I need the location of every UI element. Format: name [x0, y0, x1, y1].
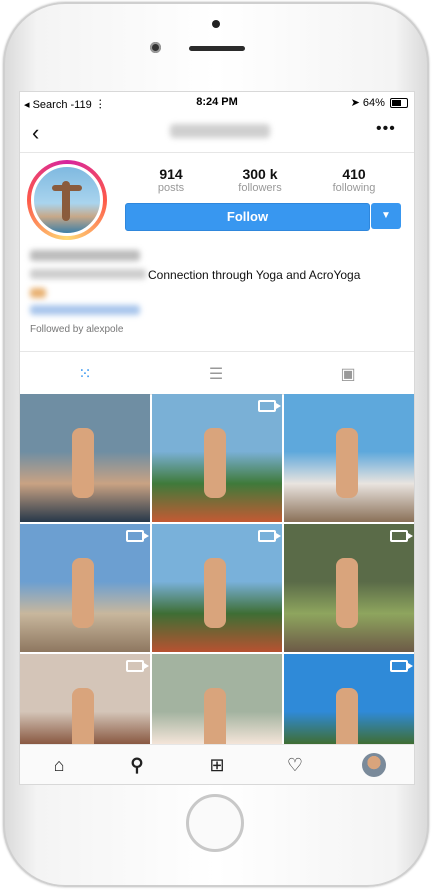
- video-icon: [258, 530, 281, 542]
- more-horizontal-icon[interactable]: •••: [376, 120, 396, 138]
- screen: ◂ Search -119 ︙ 8:24 PM ➤ 64% ‹ ••• 914 …: [19, 91, 415, 785]
- list-icon[interactable]: ☰: [204, 364, 228, 383]
- grid-post-1[interactable]: [20, 394, 150, 522]
- battery-icon: [390, 98, 408, 109]
- profile-avatar[interactable]: [362, 753, 386, 777]
- heart-icon[interactable]: ♡: [283, 753, 307, 777]
- posts-count: 914: [159, 166, 183, 182]
- person-figure: [72, 428, 94, 498]
- person-figure: [72, 558, 94, 628]
- chevron-down-icon[interactable]: ▼: [371, 203, 401, 229]
- person-figure: [204, 428, 226, 498]
- grid-icon[interactable]: ⁙: [73, 364, 97, 383]
- video-icon: [126, 660, 149, 672]
- chevron-left-icon[interactable]: ‹: [32, 120, 39, 146]
- bottom-nav-bar: ⌂ ⚲ ⊞ ♡: [20, 744, 414, 784]
- bio-tagline: Connection through Yoga and AcroYoga: [148, 268, 361, 282]
- person-figure: [336, 558, 358, 628]
- person-figure: [336, 428, 358, 498]
- grid-post-6[interactable]: [284, 524, 414, 652]
- followers-count: 300 k: [242, 166, 278, 182]
- video-icon: [390, 660, 413, 672]
- following-count: 410: [342, 166, 366, 182]
- person-figure: [204, 558, 226, 628]
- status-right: ➤ 64%: [351, 96, 408, 109]
- video-icon: [390, 530, 413, 542]
- earpiece-speaker: [189, 46, 245, 51]
- blurred-bio-line: [30, 269, 146, 279]
- stat-following[interactable]: 410 following: [319, 166, 389, 194]
- home-button[interactable]: [186, 794, 244, 852]
- stat-followers[interactable]: 300 k followers: [225, 166, 295, 194]
- status-bar: ◂ Search -119 ︙ 8:24 PM ➤ 64%: [20, 92, 414, 114]
- battery-percent: 64%: [362, 97, 385, 109]
- blurred-emoji: [30, 288, 46, 298]
- home-icon[interactable]: ⌂: [47, 753, 71, 777]
- proximity-sensor: [212, 20, 220, 28]
- posts-label: posts: [157, 182, 185, 194]
- add-post-icon[interactable]: ⊞: [205, 753, 229, 777]
- stat-posts[interactable]: 914 posts: [136, 166, 206, 194]
- front-camera: [150, 42, 161, 53]
- search-icon[interactable]: ⚲: [125, 753, 149, 777]
- follow-button[interactable]: Follow: [125, 203, 370, 231]
- blurred-username: [170, 124, 270, 138]
- following-label: following: [332, 182, 376, 194]
- blurred-website-link[interactable]: [30, 305, 140, 315]
- followed-by[interactable]: Followed by alexpole: [30, 324, 123, 335]
- profile-navbar: ‹ •••: [20, 114, 414, 153]
- blurred-full-name: [30, 250, 140, 261]
- followers-label: followers: [238, 182, 282, 194]
- tagged-icon[interactable]: ▣: [336, 364, 360, 383]
- grid-post-3[interactable]: [284, 394, 414, 522]
- location-icon: ➤: [350, 97, 360, 109]
- profile-avatar-image[interactable]: [31, 164, 103, 236]
- profile-tabs: ⁙ ☰ ▣: [20, 351, 414, 395]
- grid-post-5[interactable]: [152, 524, 282, 652]
- grid-post-4[interactable]: [20, 524, 150, 652]
- video-icon: [258, 400, 281, 412]
- grid-post-2[interactable]: [152, 394, 282, 522]
- video-icon: [126, 530, 149, 542]
